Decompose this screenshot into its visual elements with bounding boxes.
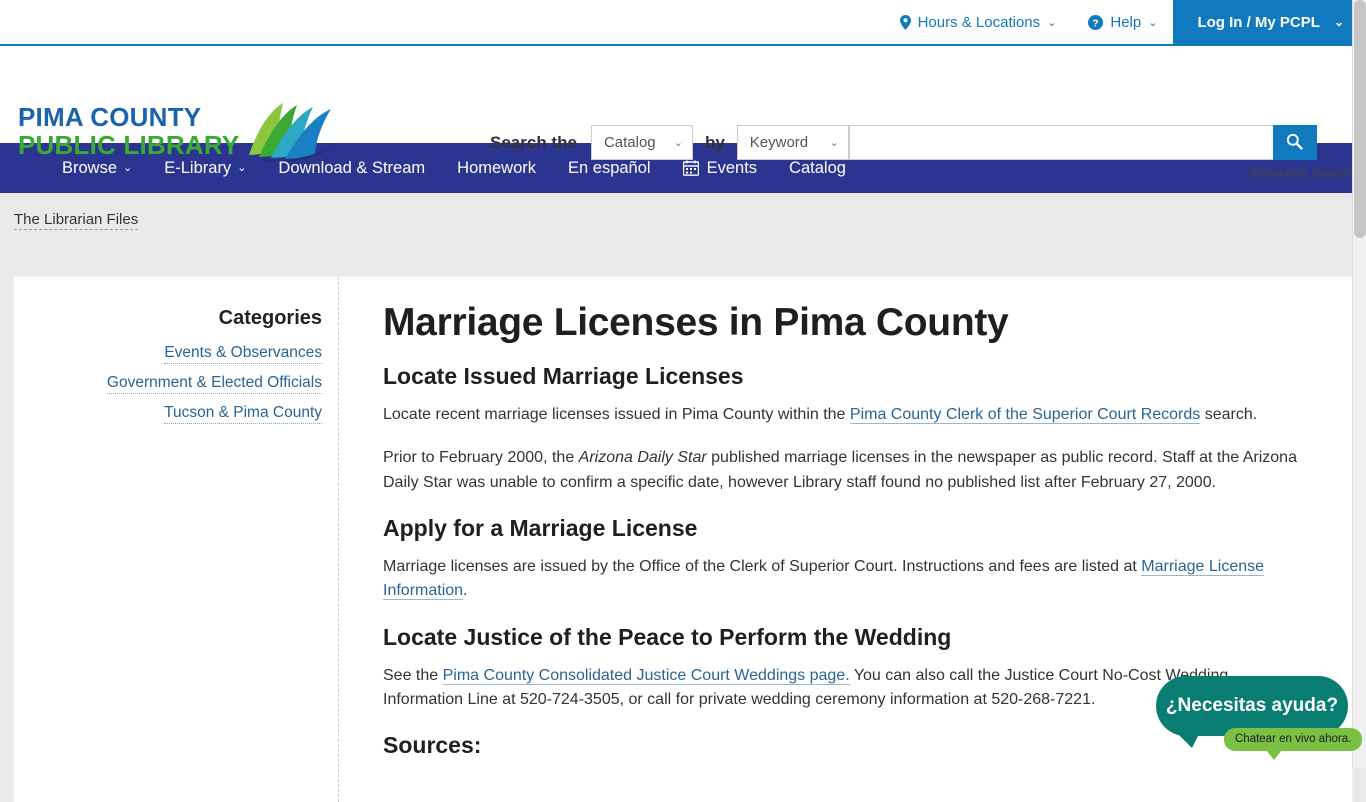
categories-sidebar: Categories Events & Observances Governme… — [14, 277, 339, 802]
text-before-link: Locate recent marriage licenses issued i… — [383, 406, 850, 423]
question-circle-icon: ? — [1088, 15, 1103, 30]
search-icon — [1286, 133, 1303, 153]
categories-heading: Categories — [24, 307, 322, 330]
search-area: Search the Catalog ⌄ by Keyword ⌄ — [490, 125, 1317, 160]
link-justice-court-weddings-page[interactable]: Pima County Consolidated Justice Court W… — [443, 667, 850, 685]
chevron-down-icon: ⌄ — [1148, 16, 1157, 29]
search-field-value: Keyword — [750, 134, 808, 151]
text-after-link: . — [463, 582, 467, 599]
text-before-link: See the — [383, 667, 443, 684]
chevron-down-icon: ⌄ — [674, 136, 683, 149]
search-submit-button[interactable] — [1273, 125, 1317, 160]
paragraph-prior-february-2000: Prior to February 2000, the Arizona Dail… — [383, 446, 1310, 495]
logo-text: PIMA COUNTY PUBLIC LIBRARY — [18, 104, 239, 158]
page-title: Marriage Licenses in Pima County — [383, 301, 1310, 345]
help-menu[interactable]: ? Help ⌄ — [1072, 0, 1173, 44]
category-link-government-elected-officials[interactable]: Government & Elected Officials — [107, 374, 322, 394]
svg-text:?: ? — [1093, 18, 1099, 29]
link-clerk-superior-court-records[interactable]: Pima County Clerk of the Superior Court … — [850, 406, 1200, 424]
login-my-pcpl-button[interactable]: Log In / My PCPL ⌄ — [1173, 0, 1366, 44]
text-before-link: Marriage licenses are issued by the Offi… — [383, 558, 1141, 575]
category-link-events-observances[interactable]: Events & Observances — [164, 344, 322, 364]
search-field-select[interactable]: Keyword ⌄ — [737, 125, 849, 160]
chevron-down-icon: ⌄ — [1334, 15, 1344, 29]
chat-bubble-title[interactable]: ¿Necesitas ayuda? — [1156, 676, 1348, 736]
chat-bubble-subtitle[interactable]: Chatear en vivo ahora. — [1224, 728, 1362, 751]
text-before-italic: Prior to February 2000, the — [383, 449, 579, 466]
site-header: PIMA COUNTY PUBLIC LIBRARY Search the Ca… — [0, 46, 1366, 143]
search-input[interactable] — [849, 125, 1273, 160]
top-utility-bar: Hours & Locations ⌄ ? Help ⌄ Log In / My… — [0, 0, 1366, 46]
search-scope-value: Catalog — [604, 134, 656, 151]
page-scrollbar[interactable] — [1352, 0, 1366, 768]
section-heading-justice-of-peace: Locate Justice of the Peace to Perform t… — [383, 624, 1310, 651]
hours-locations-menu[interactable]: Hours & Locations ⌄ — [884, 0, 1073, 44]
logo-fan-icon — [243, 101, 335, 168]
site-logo[interactable]: PIMA COUNTY PUBLIC LIBRARY — [18, 104, 335, 168]
paragraph-apply-license: Marriage licenses are issued by the Offi… — [383, 555, 1310, 604]
content-card: Categories Events & Observances Governme… — [14, 277, 1352, 802]
logo-line-public-library: PUBLIC LIBRARY — [18, 132, 239, 158]
scrollbar-thumb[interactable] — [1354, 0, 1366, 238]
search-the-label: Search the — [490, 133, 577, 153]
breadcrumb-item-librarian-files[interactable]: The Librarian Files — [14, 211, 138, 230]
section-heading-locate-issued: Locate Issued Marriage Licenses — [383, 363, 1310, 390]
italic-arizona-daily-star: Arizona Daily Star — [579, 449, 707, 466]
search-scope-select[interactable]: Catalog ⌄ — [591, 125, 693, 160]
calendar-icon — [683, 160, 699, 176]
logo-line-pima-county: PIMA COUNTY — [18, 104, 239, 130]
category-link-tucson-pima-county[interactable]: Tucson & Pima County — [164, 404, 322, 424]
hours-locations-label: Hours & Locations — [918, 14, 1041, 31]
chevron-down-icon: ⌄ — [830, 136, 839, 149]
help-label: Help — [1110, 14, 1141, 31]
map-pin-icon — [900, 15, 911, 30]
breadcrumb: The Librarian Files — [0, 193, 1366, 248]
login-label: Log In / My PCPL — [1197, 14, 1320, 31]
live-chat-widget[interactable]: ¿Necesitas ayuda? Chatear en vivo ahora. — [1156, 676, 1352, 768]
text-after-link: search. — [1200, 406, 1257, 423]
search-by-label: by — [705, 133, 725, 153]
advanced-search-link[interactable]: Advanced Search — [1249, 165, 1352, 180]
section-heading-apply-license: Apply for a Marriage License — [383, 515, 1310, 542]
chevron-down-icon: ⌄ — [1047, 16, 1056, 29]
paragraph-locate-recent: Locate recent marriage licenses issued i… — [383, 403, 1310, 427]
